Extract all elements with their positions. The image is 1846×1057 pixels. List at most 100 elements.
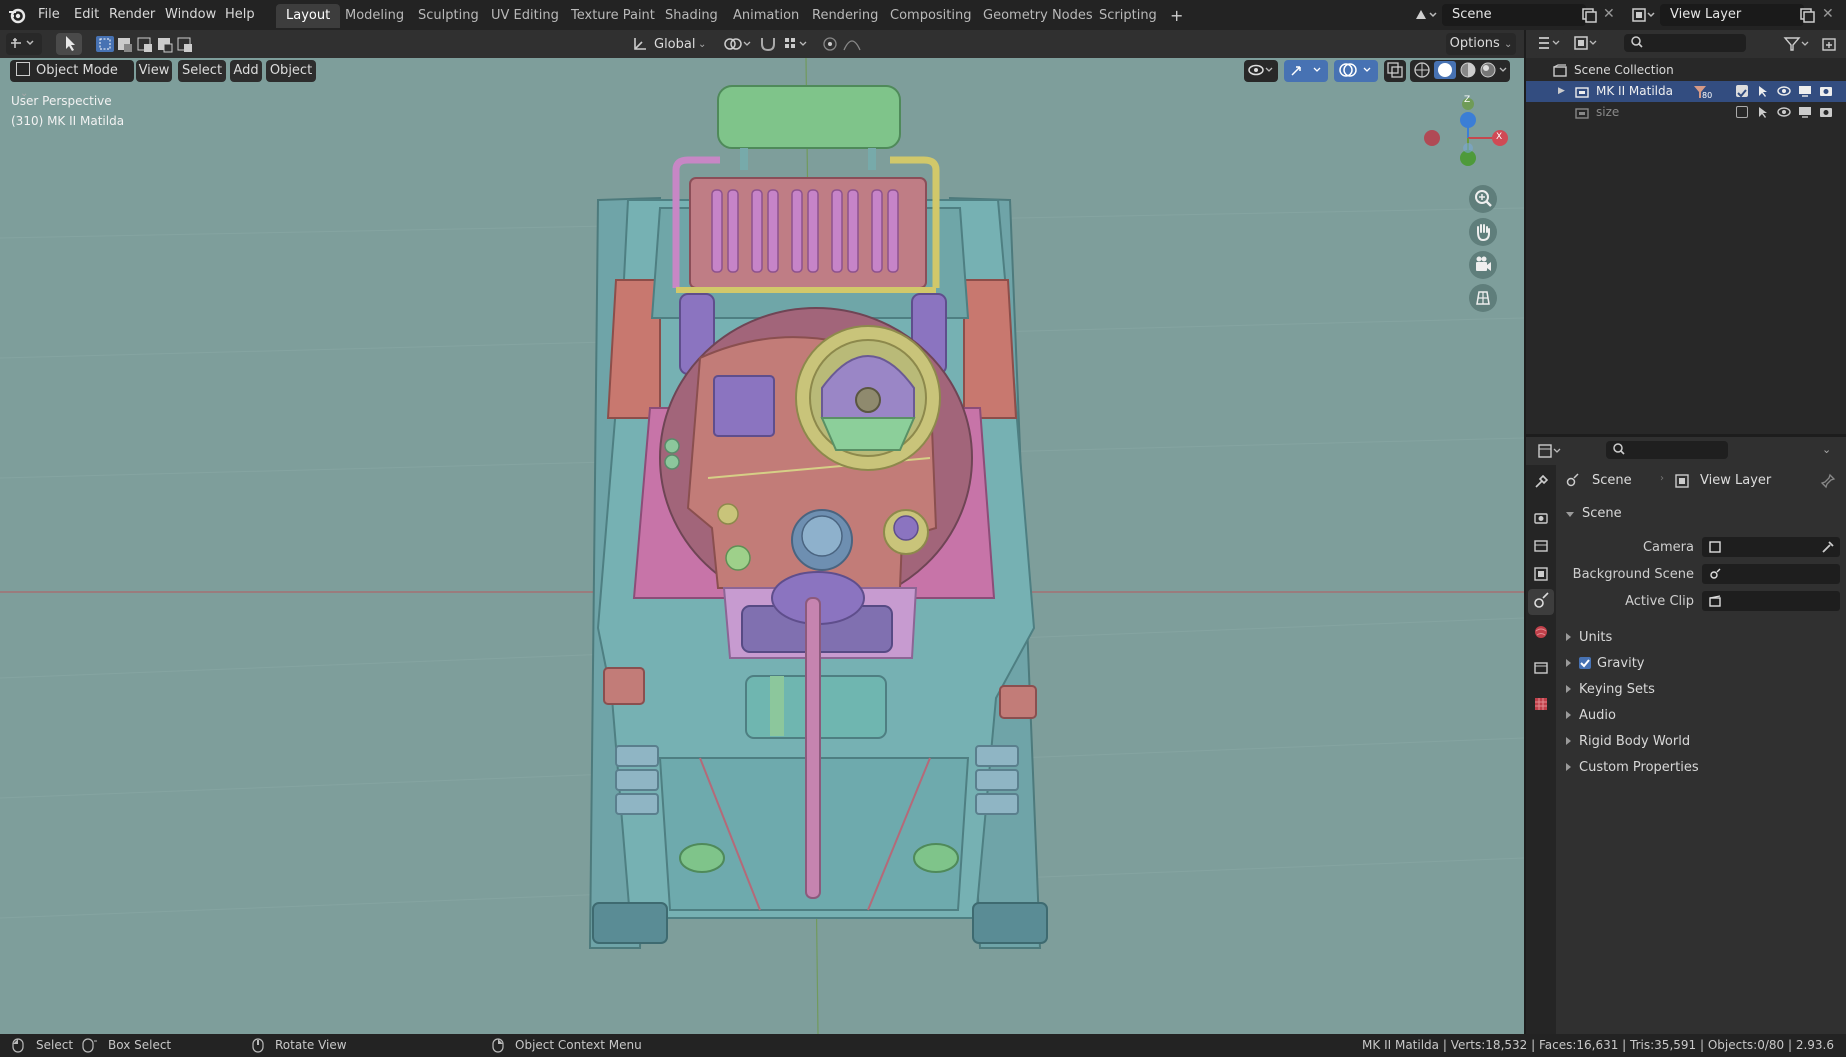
background-scene-field[interactable] xyxy=(1702,564,1840,584)
menu-render[interactable]: Render xyxy=(101,4,163,26)
expand-arrow-icon[interactable]: ▶ xyxy=(1558,81,1565,102)
custom-properties-panel[interactable]: Custom Properties xyxy=(1560,755,1840,781)
tool-tab-icon[interactable] xyxy=(1532,473,1550,495)
pin-icon[interactable] xyxy=(1820,473,1836,493)
tab-uv-editing[interactable]: UV Editing xyxy=(481,4,569,28)
tweak-tool-icon[interactable] xyxy=(56,33,82,55)
tab-sculpting[interactable]: Sculpting xyxy=(408,4,489,28)
chevron-down-icon[interactable]: ⌄ xyxy=(698,34,710,54)
units-panel[interactable]: Units xyxy=(1560,625,1840,651)
view-layer-selector-icon[interactable] xyxy=(1630,5,1658,25)
blender-logo-icon[interactable] xyxy=(8,6,26,24)
selectable-arrow-icon[interactable] xyxy=(1756,105,1770,126)
scene-name-field[interactable]: Scene xyxy=(1442,4,1586,26)
outliner-row-size[interactable]: size xyxy=(1526,102,1846,123)
monitor-icon[interactable] xyxy=(1797,105,1813,126)
viewport-header: Global ⌄ Options ⌄ xyxy=(0,30,1524,58)
visibility-icon[interactable] xyxy=(1244,60,1278,82)
editor-type-icon[interactable] xyxy=(6,33,42,55)
ortho-grid-icon[interactable] xyxy=(1469,284,1497,312)
zoom-icon[interactable] xyxy=(1469,185,1497,213)
audio-panel[interactable]: Audio xyxy=(1560,703,1840,729)
xray-toggle-icon[interactable] xyxy=(1384,60,1406,82)
render-camera-icon[interactable] xyxy=(1818,105,1834,126)
world-tab-icon[interactable] xyxy=(1532,623,1550,645)
collection-tab-icon[interactable] xyxy=(1532,659,1550,681)
gizmo-x-label[interactable]: X xyxy=(1496,132,1502,142)
new-collection-icon[interactable] xyxy=(1820,35,1838,53)
shading-mode-icons[interactable] xyxy=(1410,60,1510,82)
add-workspace-button[interactable]: + xyxy=(1160,4,1193,28)
scene-tab-icon[interactable] xyxy=(1528,589,1554,615)
scene-selector-icon[interactable] xyxy=(1412,5,1440,25)
status-bar: Select Box Select Rotate View Object Con… xyxy=(0,1034,1846,1057)
tab-compositing[interactable]: Compositing xyxy=(880,4,982,28)
expand-arrow-icon xyxy=(1566,711,1571,719)
exclude-checkbox[interactable] xyxy=(1736,106,1748,118)
gravity-panel[interactable]: Gravity xyxy=(1560,651,1840,677)
transform-orientation-icon[interactable] xyxy=(630,34,650,54)
display-mode-icon[interactable] xyxy=(1572,33,1602,55)
outliner-row-scene-collection[interactable]: Scene Collection xyxy=(1526,60,1846,81)
delete-view-layer-icon[interactable]: ✕ xyxy=(1822,6,1838,24)
camera-view-icon[interactable] xyxy=(1469,251,1497,279)
menu-view[interactable]: View xyxy=(136,60,172,82)
view-layer-breadcrumb-icon xyxy=(1674,473,1690,493)
camera-field[interactable] xyxy=(1702,537,1840,557)
outliner-editor-type-icon[interactable] xyxy=(1534,33,1566,55)
outliner-search-input[interactable] xyxy=(1624,34,1746,52)
pan-hand-icon[interactable] xyxy=(1469,218,1497,246)
new-scene-icon[interactable] xyxy=(1580,6,1598,24)
view-layer-tab-icon[interactable] xyxy=(1532,565,1550,587)
eyedropper-icon[interactable] xyxy=(1820,539,1836,559)
proportional-editing-icon[interactable] xyxy=(820,34,870,54)
properties-search-input[interactable] xyxy=(1606,441,1728,459)
gizmo-toggle-icon[interactable] xyxy=(1284,60,1328,82)
menu-select[interactable]: Select xyxy=(178,60,226,82)
pivot-point-icon[interactable] xyxy=(722,34,782,54)
tab-modeling[interactable]: Modeling xyxy=(335,4,414,28)
tab-shading[interactable]: Shading xyxy=(655,4,728,28)
scene-section-header[interactable]: Scene xyxy=(1560,501,1840,527)
tab-rendering[interactable]: Rendering xyxy=(802,4,888,28)
menu-add[interactable]: Add xyxy=(230,60,262,82)
texture-tab-icon[interactable] xyxy=(1532,695,1550,717)
eye-icon[interactable] xyxy=(1776,105,1792,126)
collapse-arrow-icon xyxy=(1566,512,1574,517)
menu-file[interactable]: File xyxy=(30,4,68,26)
chevron-down-icon[interactable]: ⌄ xyxy=(1822,443,1831,456)
menu-window[interactable]: Window xyxy=(157,4,224,26)
selection-mode-icons[interactable] xyxy=(94,34,198,54)
view-layer-name-field[interactable]: View Layer xyxy=(1660,4,1804,26)
output-tab-icon[interactable] xyxy=(1532,537,1550,559)
filter-icon[interactable] xyxy=(1782,35,1812,53)
outliner-row-mk2-matilda[interactable]: ▶ MK II Matilda 80 xyxy=(1526,81,1846,102)
search-icon xyxy=(1630,35,1644,57)
transform-orientation-label[interactable]: Global xyxy=(654,34,695,56)
menu-help[interactable]: Help xyxy=(217,4,263,26)
delete-scene-icon[interactable]: ✕ xyxy=(1603,6,1619,24)
rigid-body-world-panel[interactable]: Rigid Body World xyxy=(1560,729,1840,755)
options-button[interactable]: Options ⌄ xyxy=(1446,33,1516,55)
tab-layout[interactable]: Layout xyxy=(276,4,341,28)
status-box-select-label: Box Select xyxy=(108,1038,172,1052)
clip-icon xyxy=(1708,594,1722,612)
new-view-layer-icon[interactable] xyxy=(1798,6,1816,24)
menu-object[interactable]: Object xyxy=(266,60,316,82)
tab-texture-paint[interactable]: Texture Paint xyxy=(561,4,665,28)
overlays-toggle-icon[interactable] xyxy=(1334,60,1378,82)
tab-animation[interactable]: Animation xyxy=(723,4,809,28)
active-clip-field[interactable] xyxy=(1702,591,1840,611)
exclude-checkbox[interactable] xyxy=(1736,85,1748,98)
render-tab-icon[interactable] xyxy=(1532,509,1550,531)
tab-geometry-nodes[interactable]: Geometry Nodes xyxy=(973,4,1103,28)
object-mode-dropdown[interactable]: Object Mode ⌄ xyxy=(10,60,134,99)
properties-editor-type-icon[interactable] xyxy=(1536,442,1566,460)
background-scene-label: Background Scene xyxy=(1572,567,1694,582)
breadcrumb-separator-icon: › xyxy=(1660,473,1664,484)
keying-sets-panel[interactable]: Keying Sets xyxy=(1560,677,1840,703)
gravity-checkbox[interactable] xyxy=(1579,657,1591,669)
3d-viewport[interactable]: Object Mode ⌄ View Select Add Object Use… xyxy=(0,58,1524,1034)
tab-scripting[interactable]: Scripting xyxy=(1089,4,1167,28)
snap-icon[interactable] xyxy=(782,34,812,54)
